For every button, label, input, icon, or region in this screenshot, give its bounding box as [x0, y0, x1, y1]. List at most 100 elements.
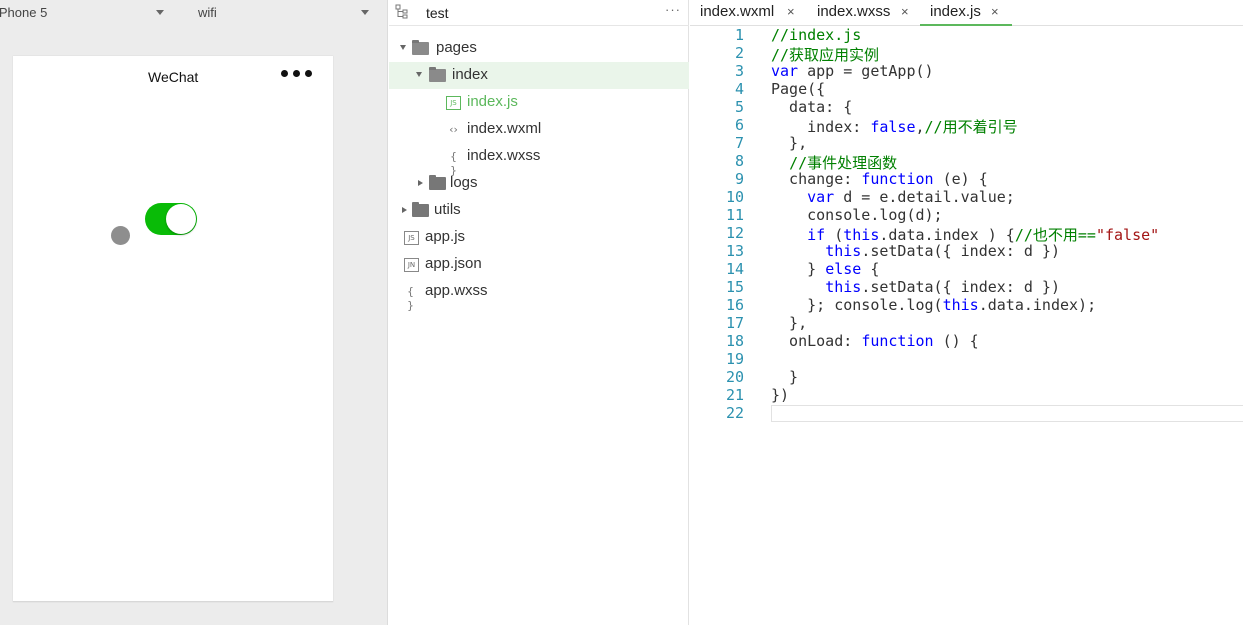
line-number: 20	[725, 368, 744, 386]
expand-arrow-icon[interactable]	[400, 45, 406, 50]
line-number: 7	[734, 134, 744, 152]
switch-toggle[interactable]	[145, 203, 197, 235]
folder-open-icon	[412, 40, 429, 55]
tree-file-app-json[interactable]: JN app.json	[389, 251, 689, 278]
code-line[interactable]: },	[771, 134, 807, 152]
close-icon[interactable]: ×	[787, 4, 795, 19]
code-line[interactable]: Page({	[771, 80, 825, 98]
tree-item-label: utils	[434, 201, 461, 218]
tab-index-wxss[interactable]: index.wxss ×	[807, 0, 920, 26]
phone-screen: WeChat	[13, 56, 333, 602]
more-icon[interactable]: ···	[665, 2, 681, 17]
json-file-icon: JN	[404, 258, 419, 272]
line-number: 21	[725, 386, 744, 404]
dot	[305, 70, 312, 77]
tab-label: index.wxml	[700, 3, 775, 20]
code-line[interactable]: data: {	[771, 98, 852, 116]
tree-file-index-wxml[interactable]: ‹› index.wxml	[389, 116, 689, 143]
tree-file-index-wxss[interactable]: { } index.wxss	[389, 143, 689, 177]
line-number: 18	[725, 332, 744, 350]
device-select-label: iPhone 5	[0, 5, 48, 20]
network-chevron-down-icon[interactable]	[361, 10, 369, 15]
editor-tab-bar: index.wxml × index.wxss × index.js ×	[690, 0, 1243, 26]
line-number: 2	[734, 44, 744, 62]
touch-cursor-indicator	[111, 226, 130, 245]
line-number: 6	[734, 116, 744, 134]
network-select[interactable]: wifi	[198, 5, 217, 20]
dot	[281, 70, 288, 77]
tab-label: index.js	[930, 3, 981, 20]
tree-item-label: index.js	[467, 93, 518, 110]
line-number: 22	[725, 404, 744, 422]
tree-folder-pages[interactable]: pages	[389, 35, 689, 62]
code-line[interactable]: })	[771, 386, 789, 404]
dot	[293, 70, 300, 77]
device-chevron-down-icon[interactable]	[156, 10, 164, 15]
js-file-icon: JS	[446, 96, 461, 110]
code-line[interactable]: console.log(d);	[771, 206, 942, 224]
code-line[interactable]: }	[771, 368, 798, 386]
js-file-icon: JS	[404, 231, 419, 245]
folder-icon	[429, 175, 446, 190]
tree-folder-utils[interactable]: utils	[389, 197, 689, 224]
tree-item-label: app.js	[425, 228, 466, 245]
network-select-label: wifi	[198, 5, 217, 20]
simulator-panel: iPhone 5 wifi WeChat	[0, 0, 388, 625]
code-line[interactable]: change: function (e) {	[771, 170, 988, 188]
style-file-icon: { }	[407, 285, 414, 312]
line-number: 12	[725, 224, 744, 242]
line-number: 14	[725, 260, 744, 278]
line-number: 3	[734, 62, 744, 80]
code-line[interactable]: var app = getApp()	[771, 62, 934, 80]
code-line[interactable]: }; console.log(this.data.index);	[771, 296, 1096, 314]
line-number: 15	[725, 278, 744, 296]
code-line[interactable]: index: false,//用不着引号	[771, 116, 1017, 137]
line-number: 4	[734, 80, 744, 98]
nav-title: WeChat	[148, 69, 199, 85]
folder-icon	[412, 202, 429, 217]
line-number: 11	[725, 206, 744, 224]
tree-item-label: index.wxss	[467, 147, 541, 164]
folder-open-icon	[429, 67, 446, 82]
tree-item-label: index	[452, 66, 488, 83]
device-select[interactable]: iPhone 5	[0, 5, 47, 20]
tree-item-label: logs	[450, 174, 478, 191]
code-line[interactable]: onLoad: function () {	[771, 332, 979, 350]
expand-arrow-icon[interactable]	[416, 72, 422, 77]
line-number: 19	[725, 350, 744, 368]
file-tree-panel: test ··· pages index JS index.js ‹› inde…	[389, 0, 689, 625]
style-file-icon: { }	[450, 150, 457, 177]
code-line[interactable]: },	[771, 314, 807, 332]
tab-index-js[interactable]: index.js ×	[920, 0, 1012, 26]
tree-file-app-js[interactable]: JS app.js	[389, 224, 689, 251]
tree-file-index-js[interactable]: JS index.js	[389, 89, 689, 116]
code-line[interactable]: var d = e.detail.value;	[771, 188, 1015, 206]
tab-index-wxml[interactable]: index.wxml ×	[690, 0, 803, 26]
tree-item-label: pages	[436, 39, 477, 56]
tab-label: index.wxss	[817, 3, 891, 20]
line-number: 5	[734, 98, 744, 116]
current-line-highlight	[771, 405, 1243, 422]
close-icon[interactable]: ×	[991, 4, 999, 19]
project-header: test ···	[389, 0, 689, 26]
tree-folder-logs[interactable]: logs	[389, 170, 689, 197]
line-number: 1	[734, 26, 744, 44]
tree-item-label: app.json	[425, 255, 482, 272]
code-line[interactable]: } else {	[771, 260, 879, 278]
collapse-arrow-icon[interactable]	[402, 207, 407, 213]
tree-item-label: index.wxml	[467, 120, 542, 137]
code-line[interactable]: //index.js	[771, 26, 861, 44]
code-line[interactable]: this.setData({ index: d })	[771, 242, 1060, 260]
switch-knob	[166, 204, 196, 234]
collapse-arrow-icon[interactable]	[418, 180, 423, 186]
code-editor: index.wxml × index.wxss × index.js × 1 //…	[690, 0, 1243, 625]
close-icon[interactable]: ×	[901, 4, 909, 19]
code-line[interactable]: this.setData({ index: d })	[771, 278, 1060, 296]
tree-file-app-wxss[interactable]: { } app.wxss	[389, 278, 689, 312]
project-name: test	[426, 5, 449, 21]
tree-item-label: app.wxss	[425, 282, 488, 299]
line-number: 16	[725, 296, 744, 314]
line-number: 13	[725, 242, 744, 260]
tree-folder-index[interactable]: index	[389, 62, 689, 89]
project-tree-icon	[395, 4, 408, 19]
